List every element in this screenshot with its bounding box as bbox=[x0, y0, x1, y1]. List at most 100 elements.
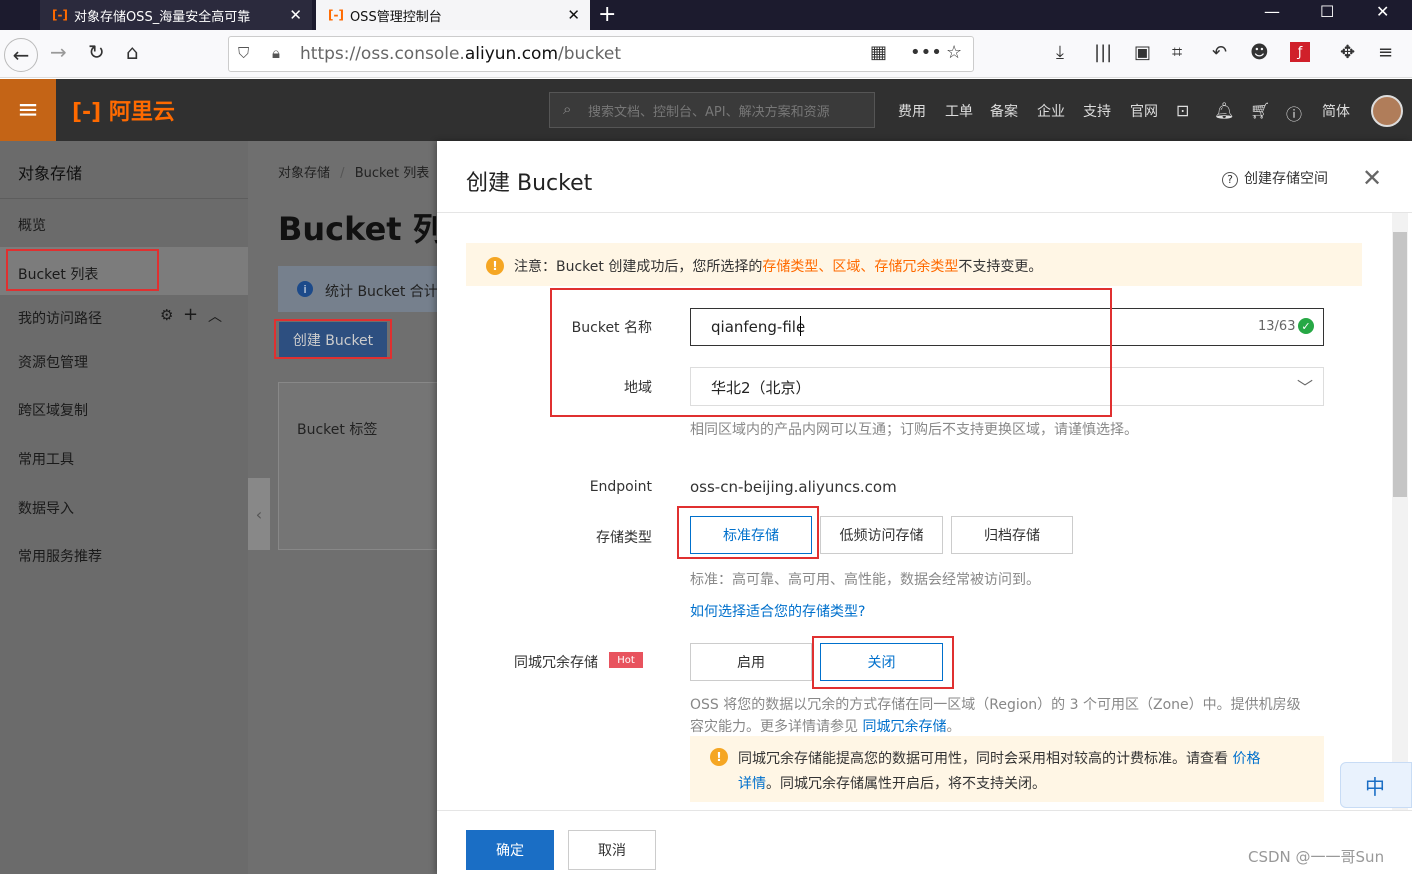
plus-icon[interactable]: + bbox=[183, 304, 198, 325]
bell-icon[interactable]: 🔔︎ bbox=[1214, 101, 1234, 120]
gear-icon[interactable]: ⚙ bbox=[160, 306, 173, 324]
menu-icon[interactable]: ≡ bbox=[0, 79, 56, 141]
lock-icon[interactable]: 🔒︎ bbox=[272, 44, 280, 62]
storage-ia-option[interactable]: 低频访问存储 bbox=[820, 516, 943, 554]
price-link[interactable]: 价格 bbox=[1232, 751, 1260, 767]
redundancy-hint-line1: OSS 将您的数据以冗余的方式存储在同一区域（Region）的 3 个可用区（Z… bbox=[690, 697, 1301, 713]
flash-icon[interactable]: ƒ bbox=[1290, 42, 1310, 62]
highlight-box bbox=[550, 288, 1112, 417]
sidebar-title: 对象存储 bbox=[18, 164, 83, 183]
hamburger-menu-icon[interactable]: ≡ bbox=[1378, 42, 1393, 63]
redundancy-hint-line2: 容灾能力。更多详情请参见 同城冗余存储。 bbox=[690, 716, 960, 736]
nav-icp[interactable]: 备案 bbox=[990, 101, 1018, 121]
undo-icon[interactable]: ↶ bbox=[1212, 42, 1227, 63]
divider bbox=[437, 212, 1412, 213]
notice-prefix: 注意：Bucket 创建成功后，您所选择的 bbox=[514, 259, 763, 275]
cancel-button[interactable]: 取消 bbox=[568, 830, 656, 870]
info-banner-text: 统计 Bucket 合计 bbox=[325, 284, 438, 300]
sidebar-item-tools[interactable]: 常用工具 bbox=[18, 449, 74, 469]
maximize-icon[interactable]: ☐ bbox=[1320, 2, 1334, 21]
close-tab-icon[interactable]: ✕ bbox=[567, 6, 580, 24]
more-icon[interactable]: ••• bbox=[910, 42, 942, 63]
account-icon[interactable]: ☻ bbox=[1250, 42, 1269, 63]
redundancy-enable-option[interactable]: 启用 bbox=[690, 643, 812, 681]
storage-type-label: 存储类型 bbox=[596, 530, 652, 546]
highlight-box bbox=[812, 636, 954, 689]
watermark: CSDN @一一哥Sun bbox=[1248, 848, 1385, 866]
notice-text: 注意：Bucket 创建成功后，您所选择的存储类型、区域、存储冗余类型不支持变更… bbox=[514, 256, 1042, 276]
bookmark-star-icon[interactable]: ☆ bbox=[946, 42, 962, 63]
scrollbar-thumb[interactable] bbox=[1393, 232, 1407, 497]
minimize-icon[interactable]: — bbox=[1264, 2, 1280, 21]
nav-support[interactable]: 支持 bbox=[1083, 101, 1111, 121]
shield-icon[interactable]: ⛉ bbox=[238, 44, 249, 62]
ime-indicator[interactable]: 中 bbox=[1340, 762, 1412, 808]
bucket-tag-label: Bucket 标签 bbox=[297, 422, 378, 438]
nav-billing[interactable]: 费用 bbox=[898, 101, 926, 121]
redundancy-hint-end: 。 bbox=[946, 719, 961, 735]
browser-tab-oss-product[interactable]: [-] 对象存储OSS_海量安全高可靠 ✕ bbox=[40, 0, 312, 30]
divider bbox=[0, 198, 248, 199]
chevron-up-icon[interactable]: ︿ bbox=[208, 306, 222, 326]
endpoint-label: Endpoint bbox=[589, 479, 652, 495]
url-text[interactable]: https://oss.console.aliyun.com/bucket bbox=[300, 44, 621, 64]
qr-code-icon[interactable]: ▦ bbox=[870, 42, 887, 63]
collapse-sidebar-icon[interactable]: ‹ bbox=[248, 478, 270, 550]
nav-enterprise[interactable]: 企业 bbox=[1037, 101, 1065, 121]
highlight-box bbox=[677, 506, 819, 559]
sidebar-item-recommended[interactable]: 常用服务推荐 bbox=[18, 546, 102, 566]
nav-tickets[interactable]: 工单 bbox=[945, 101, 973, 121]
check-icon: ✓ bbox=[1298, 318, 1314, 334]
storage-archive-option[interactable]: 归档存储 bbox=[951, 516, 1073, 554]
sidebar-item-data-import[interactable]: 数据导入 bbox=[18, 498, 74, 518]
close-icon[interactable]: ✕ bbox=[1362, 164, 1382, 192]
hot-badge: Hot bbox=[609, 652, 643, 668]
download-icon[interactable]: ⤓ bbox=[1056, 42, 1064, 63]
warning-icon: ! bbox=[486, 257, 504, 275]
endpoint-value: oss-cn-beijing.aliyuncs.com bbox=[690, 478, 897, 496]
browser-tab-oss-console[interactable]: [-] OSS管理控制台 ✕ bbox=[316, 0, 590, 30]
redundancy-help-link[interactable]: 同城冗余存储 bbox=[862, 719, 946, 735]
warning-text: 。同城冗余存储属性开启后，将不支持关闭。 bbox=[766, 776, 1046, 792]
nav-official-site[interactable]: 官网 bbox=[1130, 101, 1158, 121]
divider bbox=[437, 810, 1412, 811]
info-icon: i bbox=[297, 281, 313, 297]
highlight-box bbox=[274, 319, 392, 359]
redundancy-hint-text: 容灾能力。更多详情请参见 bbox=[690, 719, 858, 735]
extensions-icon[interactable]: ✥ bbox=[1340, 42, 1355, 63]
language-switch[interactable]: 简体 bbox=[1322, 101, 1350, 121]
tab-title: OSS管理控制台 bbox=[349, 9, 442, 25]
close-tab-icon[interactable]: ✕ bbox=[289, 6, 302, 24]
avatar[interactable] bbox=[1371, 95, 1403, 127]
storage-help-link[interactable]: 如何选择适合您的存储类型? bbox=[690, 601, 865, 621]
question-icon: ? bbox=[1222, 172, 1238, 188]
aliyun-logo[interactable]: [-] 阿里云 bbox=[72, 94, 175, 126]
window-close-icon[interactable]: ✕ bbox=[1376, 2, 1389, 21]
sidebar-icon[interactable]: ▣ bbox=[1134, 42, 1151, 63]
notice-highlight[interactable]: 存储类型、区域、存储冗余类型 bbox=[762, 259, 958, 275]
new-tab-icon[interactable]: + bbox=[598, 2, 616, 27]
help-icon[interactable]: ⓘ bbox=[1286, 101, 1302, 125]
breadcrumb-root[interactable]: 对象存储 bbox=[278, 166, 330, 181]
page-title: Bucket 列表 bbox=[278, 210, 438, 248]
redundancy-warning-line1: 同城冗余存储能提高您的数据可用性，同时会采用相对较高的计费标准。请查看 价格 bbox=[738, 748, 1260, 768]
cart-icon[interactable]: 🛒︎ bbox=[1250, 101, 1270, 120]
confirm-button[interactable]: 确定 bbox=[466, 830, 554, 870]
dialog-help-link[interactable]: ? 创建存储空间 bbox=[1222, 168, 1328, 188]
terminal-icon[interactable]: ⊡ bbox=[1176, 101, 1189, 120]
back-icon[interactable]: ← bbox=[4, 38, 38, 72]
crop-icon[interactable]: ⌗ bbox=[1172, 42, 1182, 63]
sidebar-item-overview[interactable]: 概览 bbox=[18, 215, 46, 235]
library-icon[interactable]: ||| bbox=[1094, 42, 1112, 63]
url-domain: aliyun.com bbox=[464, 44, 559, 64]
sidebar-item-resource-packages[interactable]: 资源包管理 bbox=[18, 352, 88, 372]
forward-icon[interactable]: → bbox=[50, 40, 67, 64]
sidebar-item-access-path[interactable]: 我的访问路径 bbox=[18, 308, 102, 328]
sidebar-item-cross-region[interactable]: 跨区域复制 bbox=[18, 400, 88, 420]
aliyun-favicon-icon: [-] bbox=[328, 8, 344, 22]
reload-icon[interactable]: ↻ bbox=[88, 40, 105, 64]
price-details-link[interactable]: 详情 bbox=[738, 776, 766, 792]
chevron-down-icon[interactable]: ﹀ bbox=[1297, 374, 1313, 398]
home-icon[interactable]: ⌂ bbox=[126, 40, 139, 64]
notice-suffix: 不支持变更。 bbox=[958, 259, 1043, 275]
